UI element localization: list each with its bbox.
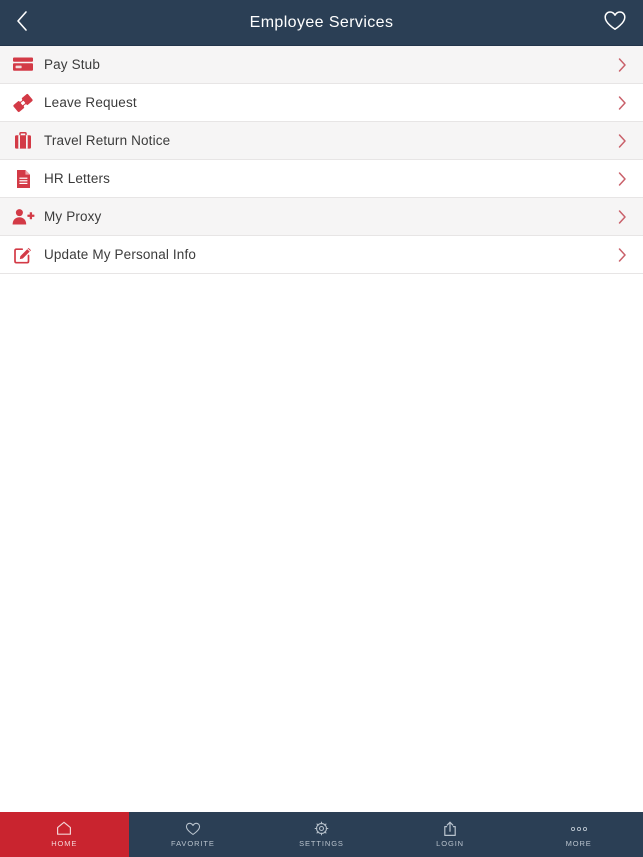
chevron-left-icon: [15, 10, 29, 37]
document-icon: [8, 166, 38, 192]
list-item-leave-request[interactable]: Leave Request: [0, 84, 643, 122]
list-item-label: Travel Return Notice: [44, 133, 171, 148]
list-item-pay-stub[interactable]: Pay Stub: [0, 46, 643, 84]
list-item-label: Update My Personal Info: [44, 247, 197, 262]
ticket-icon: [8, 90, 38, 116]
tab-settings[interactable]: SETTINGS: [257, 812, 386, 857]
tab-label: HOME: [51, 839, 78, 848]
app-header: Employee Services: [0, 0, 643, 46]
page-title: Employee Services: [249, 13, 394, 31]
heart-outline-icon: [185, 821, 201, 836]
menu-list: Pay Stub Leave Request Travel Return Not…: [0, 46, 643, 812]
bottom-tab-bar: HOME FAVORITE SETTINGS LOGIN MORE: [0, 812, 643, 857]
back-button[interactable]: [0, 0, 44, 46]
home-icon: [56, 821, 72, 836]
chevron-right-icon: [618, 57, 627, 72]
gear-icon: [314, 821, 329, 836]
list-item-label: Leave Request: [44, 95, 137, 110]
list-item-label: My Proxy: [44, 209, 102, 224]
list-item-travel-return-notice[interactable]: Travel Return Notice: [0, 122, 643, 160]
tab-more[interactable]: MORE: [514, 812, 643, 857]
chevron-right-icon: [618, 95, 627, 110]
list-item-my-proxy[interactable]: My Proxy: [0, 198, 643, 236]
chevron-right-icon: [618, 209, 627, 224]
list-item-label: Pay Stub: [44, 57, 100, 72]
chevron-right-icon: [618, 171, 627, 186]
share-upload-icon: [443, 821, 457, 836]
tab-label: FAVORITE: [171, 839, 215, 848]
tab-label: MORE: [565, 839, 592, 848]
chevron-right-icon: [618, 133, 627, 148]
list-item-label: HR Letters: [44, 171, 111, 186]
credit-card-icon: [8, 52, 38, 78]
heart-outline-icon: [603, 10, 627, 37]
edit-pencil-square-icon: [8, 242, 38, 268]
ellipsis-icon: [570, 821, 588, 836]
tab-favorite[interactable]: FAVORITE: [129, 812, 258, 857]
header-favorite-button[interactable]: [593, 0, 637, 46]
chevron-right-icon: [618, 247, 627, 262]
list-item-update-my-personal-info[interactable]: Update My Personal Info: [0, 236, 643, 274]
tab-label: LOGIN: [436, 839, 464, 848]
tab-home[interactable]: HOME: [0, 812, 129, 857]
tab-login[interactable]: LOGIN: [386, 812, 515, 857]
app-screen: Employee Services Pay Stub Leave Request…: [0, 0, 643, 857]
user-plus-icon: [8, 204, 38, 230]
list-item-hr-letters[interactable]: HR Letters: [0, 160, 643, 198]
briefcase-icon: [8, 128, 38, 154]
tab-label: SETTINGS: [299, 839, 344, 848]
